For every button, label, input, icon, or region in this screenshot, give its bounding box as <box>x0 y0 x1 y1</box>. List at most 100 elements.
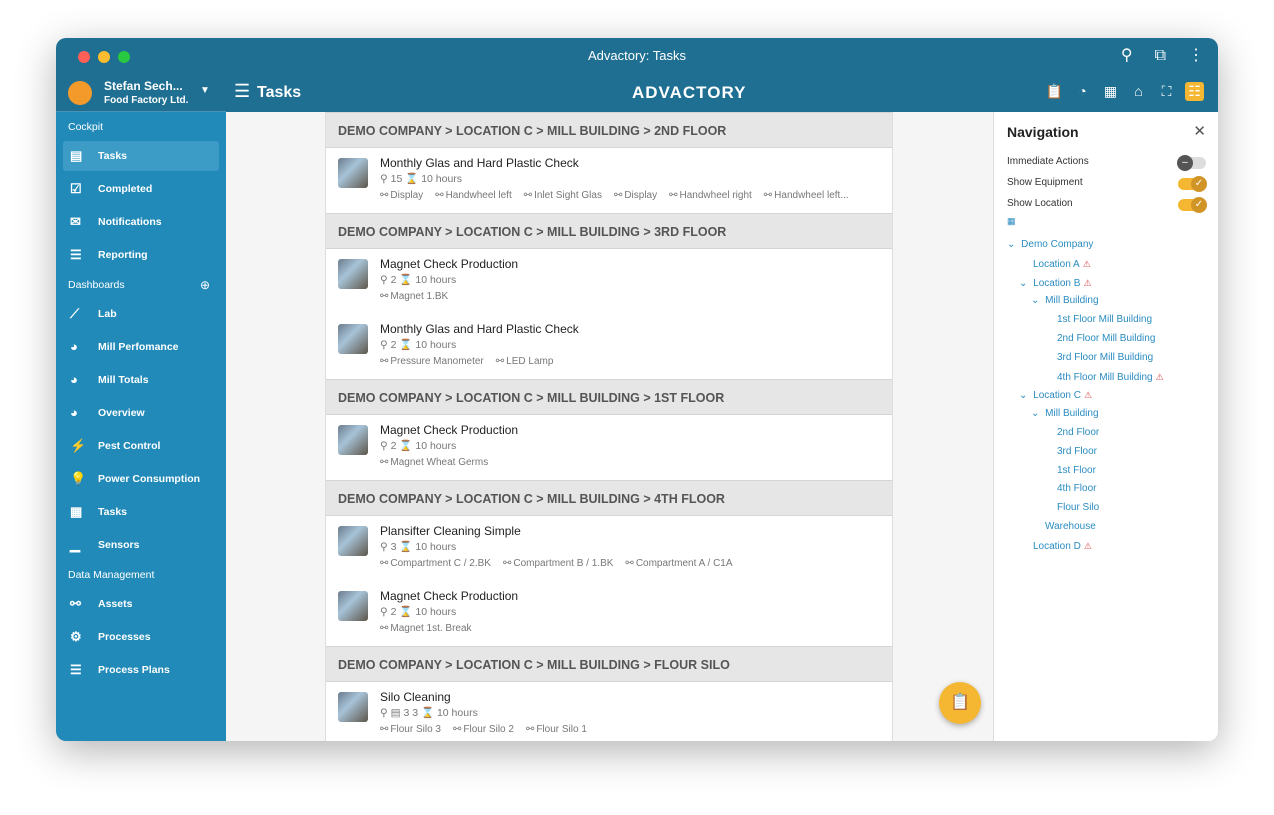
chevron-down-icon[interactable]: ⌄ <box>1019 278 1030 289</box>
sidebar-item-mill-totals[interactable]: ◕ Mill Totals <box>63 365 219 395</box>
task-item[interactable]: Magnet Check Production ⚲ 2 ⌛ 10 hours ⚯ Ma… <box>326 415 892 480</box>
process-icon: ⚙ <box>70 629 82 644</box>
toggle-show-location[interactable]: ✓ <box>1178 197 1207 213</box>
sidebar-item-pest-control[interactable]: ⚡ Pest Control <box>63 431 219 461</box>
sidebar-item-power-consumption[interactable]: 💡 Power Consumption <box>63 464 219 494</box>
extension-icon[interactable]: ⧉ <box>1155 38 1166 74</box>
scan-icon[interactable]: ⛶ <box>1157 82 1176 101</box>
tree-node[interactable]: Location A ⚠ <box>1007 255 1164 274</box>
app-window: Advactory: Tasks ⚲ ⧉ ⋮ Stefan Sech... Food… <box>56 38 1218 741</box>
tree-node[interactable]: 2nd Floor Mill Building <box>1007 330 1164 349</box>
tree-node[interactable]: Warehouse <box>1007 518 1164 537</box>
task-meta-text: ▤ 3 3 ⌛ 10 hours <box>390 707 478 719</box>
sidebar-item-lab[interactable]: ⟋ Lab <box>63 299 219 329</box>
add-dashboard-icon[interactable]: ⊕ <box>200 274 210 296</box>
close-window-button[interactable] <box>78 51 90 63</box>
sidebar-item-mill-perfomance[interactable]: ◕ Mill Perfomance <box>63 332 219 362</box>
task-meta: ⚲ 2 ⌛ 10 hours <box>380 338 456 351</box>
equipment-list: ⚯ Flour Silo 3 ⚯ Flour Silo 2 ⚯ Flour Silo 1 <box>380 724 870 735</box>
sidebar-section-header: Cockpit <box>56 116 226 138</box>
tree-node[interactable]: ⌄ Demo Company <box>1007 236 1164 255</box>
sidebar-item-label: Tasks <box>98 150 127 162</box>
sidebar-item-label: Processes <box>98 631 151 643</box>
task-item[interactable]: Monthly Glas and Hard Plastic Check ⚲ 2 ⌛… <box>326 314 892 379</box>
toggle-show-equipment[interactable]: ✓ <box>1178 176 1207 192</box>
sidebar-item-assets[interactable]: ⚯ Assets <box>63 589 219 619</box>
task-name: Magnet Check Production <box>380 423 519 437</box>
filter-settings-icon[interactable]: ☷ <box>1185 82 1204 101</box>
task-list-area: DEMO COMPANY > LOCATION C > MILL BUILDIN… <box>226 112 993 741</box>
tree-node[interactable]: 3rd Floor <box>1007 443 1164 462</box>
equipment-icon: ⚯ <box>495 356 505 367</box>
list-icon: ☰ <box>70 247 82 262</box>
toggle-immediate-actions[interactable]: – <box>1177 155 1206 171</box>
caret-down-icon[interactable]: ▼ <box>200 85 210 96</box>
sidebar-section-header: Dashboards ⊕ <box>56 274 226 296</box>
task-item[interactable]: Monthly Glas and Hard Plastic Check ⚲ 15 … <box>326 148 892 213</box>
menu-icon[interactable]: ☰ <box>234 81 250 102</box>
add-location-icon[interactable]: ▦ <box>1007 216 1016 227</box>
task-meta-text: 15 ⌛ 10 hours <box>390 173 463 185</box>
equipment-name: Flour Silo 3 <box>390 724 441 735</box>
user-switcher[interactable]: Stefan Sech... Food Factory Ltd. ▼ <box>56 74 226 112</box>
tree-node[interactable]: ⌄ Location B ⚠ <box>1007 274 1164 293</box>
tree-node[interactable]: 3rd Floor Mill Building <box>1007 349 1164 368</box>
chevron-down-icon[interactable]: ⌄ <box>1031 408 1042 419</box>
add-task-icon[interactable]: 📋 <box>1045 82 1064 101</box>
sidebar-item-label: Process Plans <box>98 664 170 676</box>
chevron-down-icon[interactable]: ⌄ <box>1019 390 1030 401</box>
maximize-window-button[interactable] <box>118 51 130 63</box>
sidebar-item-tasks[interactable]: ▦ Tasks <box>63 497 219 527</box>
sidebar-item-processes[interactable]: ⚙ Processes <box>63 622 219 652</box>
tree-node[interactable]: 2nd Floor <box>1007 424 1164 443</box>
task-item[interactable]: Silo Cleaning ⚲ ▤ 3 3 ⌛ 10 hours ⚯ Flour Si… <box>326 682 892 741</box>
tree-node[interactable]: ⌄ Mill Building <box>1007 292 1164 311</box>
sidebar-item-notifications[interactable]: ✉ Notifications <box>63 207 219 237</box>
tree-node[interactable]: Location D ⚠ <box>1007 537 1164 556</box>
tree-node[interactable]: 1st Floor <box>1007 462 1164 481</box>
sidebar-section-header: Data Management <box>56 564 226 586</box>
alert-icon: ⚠ <box>1083 277 1092 288</box>
sidebar-item-overview[interactable]: ◕ Overview <box>63 398 219 428</box>
gauge-icon: ◕ <box>70 372 78 387</box>
tree-node-label: 3rd Floor Mill Building <box>1057 351 1154 363</box>
chevron-down-icon[interactable]: ⌄ <box>1007 239 1018 250</box>
equipment-list: ⚯ Magnet 1st. Break <box>380 623 870 634</box>
sidebar-item-process-plans[interactable]: ☰ Process Plans <box>63 655 219 685</box>
tree-node[interactable]: 1st Floor Mill Building <box>1007 311 1164 330</box>
grid-icon[interactable]: ▦ <box>1101 82 1120 101</box>
sidebar-item-reporting[interactable]: ☰ Reporting <box>63 240 219 270</box>
tree-node[interactable]: 4th Floor <box>1007 480 1164 499</box>
sidebar-item-completed[interactable]: ☑ Completed <box>63 174 219 204</box>
tree-node[interactable]: Flour Silo <box>1007 499 1164 518</box>
factory-icon[interactable]: ⌂ <box>1129 82 1148 101</box>
steps-icon: ⚲ <box>380 606 391 618</box>
task-name: Plansifter Cleaning Simple <box>380 524 521 538</box>
close-icon[interactable]: ✕ <box>1193 122 1206 140</box>
tree-node-label: Flour Silo <box>1057 502 1100 514</box>
tree-node[interactable]: 4th Floor Mill Building ⚠ <box>1007 368 1164 387</box>
alert-icon: ⚠ <box>1082 258 1091 269</box>
tree-node[interactable]: ⌄ Location C ⚠ <box>1007 386 1164 405</box>
equipment-tag: ⚯ Compartment C / 2.BK <box>380 558 497 569</box>
minimize-window-button[interactable] <box>98 51 110 63</box>
sidebar-item-sensors[interactable]: ▁ Sensors <box>63 530 219 560</box>
tree-node-label: 2nd Floor Mill Building <box>1057 332 1156 344</box>
more-icon[interactable]: ⋮ <box>1188 38 1204 74</box>
steps-icon: ⚲ <box>380 440 391 452</box>
task-item[interactable]: Magnet Check Production ⚲ 2 ⌛ 10 hours ⚯ Ma… <box>326 581 892 646</box>
add-task-button[interactable]: 📋 <box>939 682 981 724</box>
sidebar-item-tasks[interactable]: ▤ Tasks <box>63 141 219 171</box>
task-item[interactable]: Plansifter Cleaning Simple ⚲ 3 ⌛ 10 hours… <box>326 516 892 581</box>
search-icon[interactable]: ⚲ <box>1121 38 1133 74</box>
tree-node[interactable]: ⌄ Mill Building <box>1007 405 1164 424</box>
gauge-icon[interactable]: ◔ <box>1073 82 1092 101</box>
tree-node-label: Location B <box>1033 277 1081 289</box>
task-item[interactable]: Magnet Check Production ⚲ 2 ⌛ 10 hours ⚯ Ma… <box>326 249 892 314</box>
tree-node-label: Warehouse <box>1045 520 1096 532</box>
toggle-knob: ✓ <box>1191 197 1207 213</box>
equipment-tag: ⚯ Handwheel left <box>435 190 518 201</box>
chevron-down-icon[interactable]: ⌄ <box>1031 295 1042 306</box>
task-meta-text: 2 ⌛ 10 hours <box>390 440 457 452</box>
equipment-tag: ⚯ LED Lamp <box>496 356 560 367</box>
